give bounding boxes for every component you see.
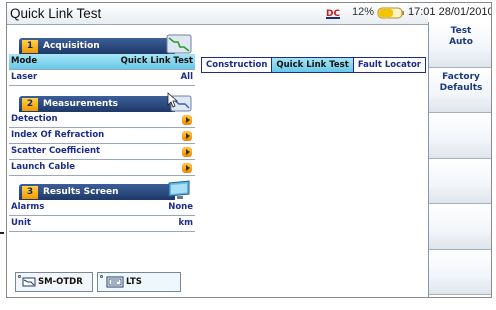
detection-row[interactable]: Detection (9, 112, 195, 128)
otdr-module-icon (22, 277, 36, 287)
mode-options: Construction Quick Link Test Fault Locat… (201, 57, 426, 73)
laser-row[interactable]: Laser All (9, 70, 195, 86)
submenu-arrow-icon (182, 115, 192, 125)
section-number: 1 (22, 40, 38, 53)
lts-module-icon (106, 276, 124, 288)
option-construction[interactable]: Construction (202, 58, 273, 72)
results-section: 3 Results Screen Alarms None Unit km (9, 180, 195, 232)
setup-panel: 1 Acquisition Mode Quick Link Test Laser… (7, 25, 428, 297)
time: 17:01 (408, 6, 436, 18)
battery-icon (377, 7, 404, 19)
measurements-section: 2 Measurements Detection Index Of Refrac… (9, 92, 195, 176)
tab-label: SM-OTDR (38, 277, 83, 287)
laser-value: All (180, 72, 193, 82)
laser-label: Laser (11, 72, 38, 82)
results-header[interactable]: 3 Results Screen (9, 180, 195, 200)
measurement-cursor-icon (167, 92, 192, 112)
launch-cable-label: Launch Cable (11, 162, 76, 172)
scatter-coefficient-label: Scatter Coefficient (11, 146, 101, 156)
tab-lts[interactable]: LTS (97, 272, 181, 292)
scatter-coefficient-row[interactable]: Scatter Coefficient (9, 144, 195, 160)
detection-label: Detection (11, 114, 58, 124)
title-bar: Quick Link Test DC 12% (7, 3, 428, 25)
window-title: Quick Link Test (10, 6, 102, 21)
acquisition-section: 1 Acquisition Mode Quick Link Test Laser… (9, 34, 195, 86)
unit-label: Unit (11, 218, 31, 228)
mode-row[interactable]: Mode Quick Link Test (9, 54, 195, 70)
acquisition-header[interactable]: 1 Acquisition (9, 34, 195, 54)
option-fault-locator[interactable]: Fault Locator (354, 58, 425, 72)
tab-label: LTS (126, 277, 142, 287)
edge-marker (0, 232, 4, 234)
factory-defaults-button[interactable]: Factory Defaults (429, 67, 491, 113)
dc-power-icon: DC (326, 9, 340, 19)
module-tabs: SM-OTDR LTS (15, 272, 185, 292)
submenu-arrow-icon (182, 163, 192, 173)
softkey-5[interactable] (429, 204, 491, 250)
index-of-refraction-row[interactable]: Index Of Refraction (9, 128, 195, 144)
unit-row[interactable]: Unit km (9, 216, 195, 232)
mode-value: Quick Link Test (120, 56, 193, 66)
softkey-3[interactable] (429, 113, 491, 159)
section-title: Acquisition (43, 41, 100, 51)
launch-cable-row[interactable]: Launch Cable (9, 160, 195, 176)
submenu-arrow-icon (182, 147, 192, 157)
softkey-6[interactable] (429, 249, 491, 295)
softkey-4[interactable] (429, 158, 491, 204)
mode-label: Mode (11, 56, 38, 66)
section-title: Measurements (43, 99, 118, 109)
instrument-screen: Quick Link Test DC 12% 17:01 28/01/2010 … (6, 2, 492, 298)
section-title: Results Screen (43, 187, 119, 197)
index-of-refraction-label: Index Of Refraction (11, 130, 105, 140)
alarms-value: None (168, 202, 193, 212)
tab-sm-otdr[interactable]: SM-OTDR (15, 272, 93, 292)
battery-percent: 12% (352, 6, 375, 18)
unit-value: km (178, 218, 193, 228)
monitor-icon (168, 180, 190, 199)
clock: 17:01 28/01/2010 (408, 6, 492, 18)
section-number: 3 (22, 186, 38, 199)
option-quick-link-test[interactable]: Quick Link Test (272, 58, 354, 72)
softkey-panel: Test Auto Factory Defaults (428, 22, 491, 297)
test-auto-button[interactable]: Test Auto (429, 22, 491, 68)
acquisition-trace-icon (166, 34, 192, 54)
measurements-header[interactable]: 2 Measurements (9, 92, 195, 112)
section-number: 2 (22, 98, 38, 111)
date: 28/01/2010 (438, 6, 492, 18)
alarms-row[interactable]: Alarms None (9, 200, 195, 216)
alarms-label: Alarms (11, 202, 45, 212)
submenu-arrow-icon (182, 131, 192, 141)
